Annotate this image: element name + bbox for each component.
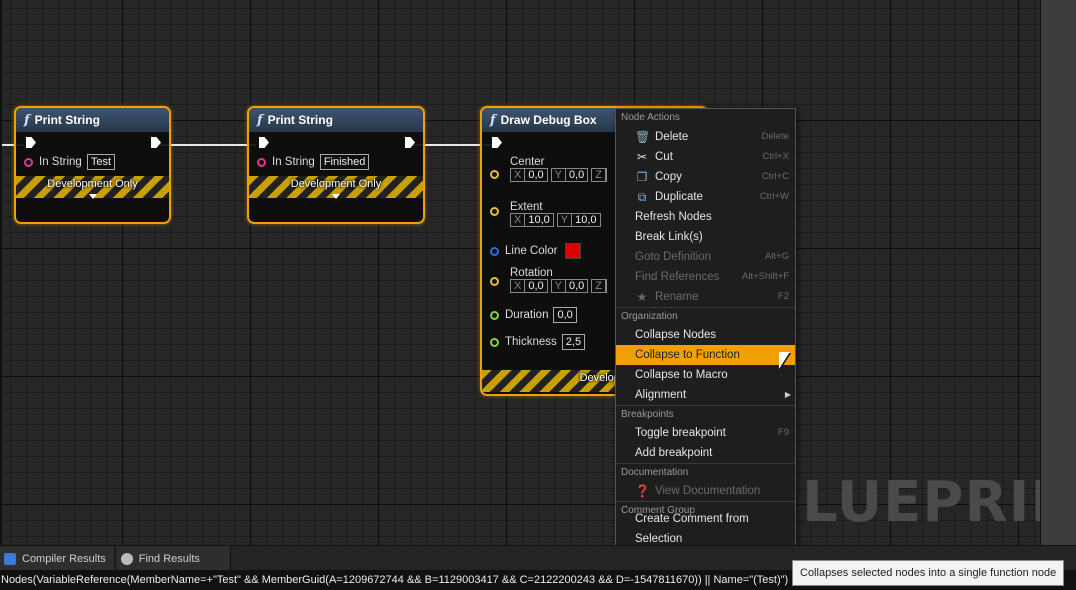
blueprint-graph-canvas[interactable]: LUEPRINT f Print String In String Test De… [0, 0, 1076, 545]
center-pin[interactable] [490, 170, 499, 179]
node-header: f Print String [249, 108, 423, 132]
copy-icon: ❐ [636, 170, 648, 184]
section-documentation: Documentation [616, 463, 795, 481]
line-color-swatch[interactable] [565, 243, 582, 259]
menu-item-collapse-to-function[interactable]: Collapse to Function [616, 345, 795, 365]
exec-in-pin[interactable] [259, 137, 269, 148]
in-string-pin[interactable] [24, 157, 33, 167]
rotation-pin[interactable] [490, 277, 499, 286]
submenu-arrow-icon: ▶ [784, 390, 791, 399]
menu-item-collapse-nodes[interactable]: Collapse Nodes [616, 325, 795, 345]
compiler-results-icon [4, 552, 16, 565]
exec-out-pin[interactable] [151, 137, 161, 148]
node-context-menu[interactable]: Node Actions 🗑 Delete Delete ✂ Cut Ctrl+X ❐ C… [615, 108, 796, 554]
duration-value[interactable]: 0,0 [553, 307, 577, 323]
print-string-node-1[interactable]: f Print String In String Test Development… [14, 106, 171, 224]
tab-find-results[interactable]: Find Results [116, 546, 231, 571]
section-organization: Organization [616, 307, 795, 325]
tab-compiler-results[interactable]: Compiler Results [0, 546, 115, 571]
pin-label: In String [272, 156, 315, 168]
node-title: Draw Debug Box [500, 113, 597, 127]
in-string-value[interactable]: Finished [319, 154, 370, 170]
mouse-cursor-icon [779, 352, 790, 369]
function-icon: f [24, 112, 30, 128]
development-only-banner[interactable]: Development Only [249, 176, 423, 199]
section-node-actions: Node Actions [621, 112, 680, 123]
section-breakpoints: Breakpoints [616, 405, 795, 423]
function-icon: f [490, 112, 496, 128]
menu-item-copy[interactable]: ❐ Copy Ctrl+C [616, 167, 795, 187]
menu-item-find-references[interactable]: Find References Alt+Shift+F [616, 267, 795, 287]
find-results-icon [120, 552, 133, 565]
menu-item-cut[interactable]: ✂ Cut Ctrl+X [616, 147, 795, 167]
blueprint-watermark: LUEPRINT [802, 470, 1076, 535]
function-icon: f [257, 112, 263, 128]
line-color-pin[interactable] [490, 246, 499, 256]
menu-item-add-breakpoint[interactable]: Add breakpoint [616, 443, 795, 463]
node-title: Print String [34, 113, 100, 127]
menu-item-toggle-breakpoint[interactable]: Toggle breakpoint F9 [616, 423, 795, 443]
menu-item-refresh-nodes[interactable]: Refresh Nodes [616, 207, 795, 227]
exec-in-pin[interactable] [26, 137, 36, 148]
menu-item-duplicate[interactable]: ⧉ Duplicate Ctrl+W [616, 187, 795, 207]
menu-item-delete[interactable]: 🗑 Delete Delete [616, 127, 795, 147]
expand-arrow-icon[interactable] [332, 194, 340, 199]
right-scroll-panel[interactable] [1040, 0, 1076, 545]
cut-icon: ✂ [636, 150, 648, 164]
menu-item-rename[interactable]: ★ Rename F2 [616, 287, 795, 307]
in-string-pin[interactable] [257, 157, 266, 167]
node-header: f Print String [16, 108, 169, 132]
expand-arrow-icon[interactable] [88, 194, 97, 199]
development-only-banner[interactable]: Development Only [16, 176, 169, 199]
in-string-value[interactable]: Test [86, 154, 116, 170]
duration-pin[interactable] [490, 310, 499, 320]
menu-item-create-comment[interactable]: Create Comment from Selection [616, 513, 795, 545]
exec-out-pin[interactable] [405, 137, 415, 148]
extent-pin[interactable] [490, 207, 499, 216]
duplicate-icon: ⧉ [637, 190, 647, 204]
menu-item-alignment[interactable]: Alignment ▶ [616, 385, 795, 405]
node-title: Print String [267, 113, 333, 127]
menu-item-goto-definition[interactable]: Goto Definition Alt+G [616, 247, 795, 267]
rename-icon: ★ [636, 290, 648, 304]
menu-item-break-links[interactable]: Break Link(s) [616, 227, 795, 247]
help-icon: ❓ [635, 484, 650, 498]
exec-in-pin[interactable] [492, 137, 502, 148]
delete-icon: 🗑 [635, 130, 651, 144]
menu-item-collapse-to-macro[interactable]: Collapse to Macro [616, 365, 795, 385]
tooltip: Collapses selected nodes into a single f… [792, 560, 1064, 586]
thickness-pin[interactable] [490, 337, 499, 347]
pin-label: In String [39, 156, 82, 168]
print-string-node-2[interactable]: f Print String In String Finished Develop… [247, 106, 425, 224]
menu-item-view-documentation[interactable]: ❓ View Documentation [616, 481, 795, 501]
thickness-value[interactable]: 2,5 [561, 334, 586, 350]
